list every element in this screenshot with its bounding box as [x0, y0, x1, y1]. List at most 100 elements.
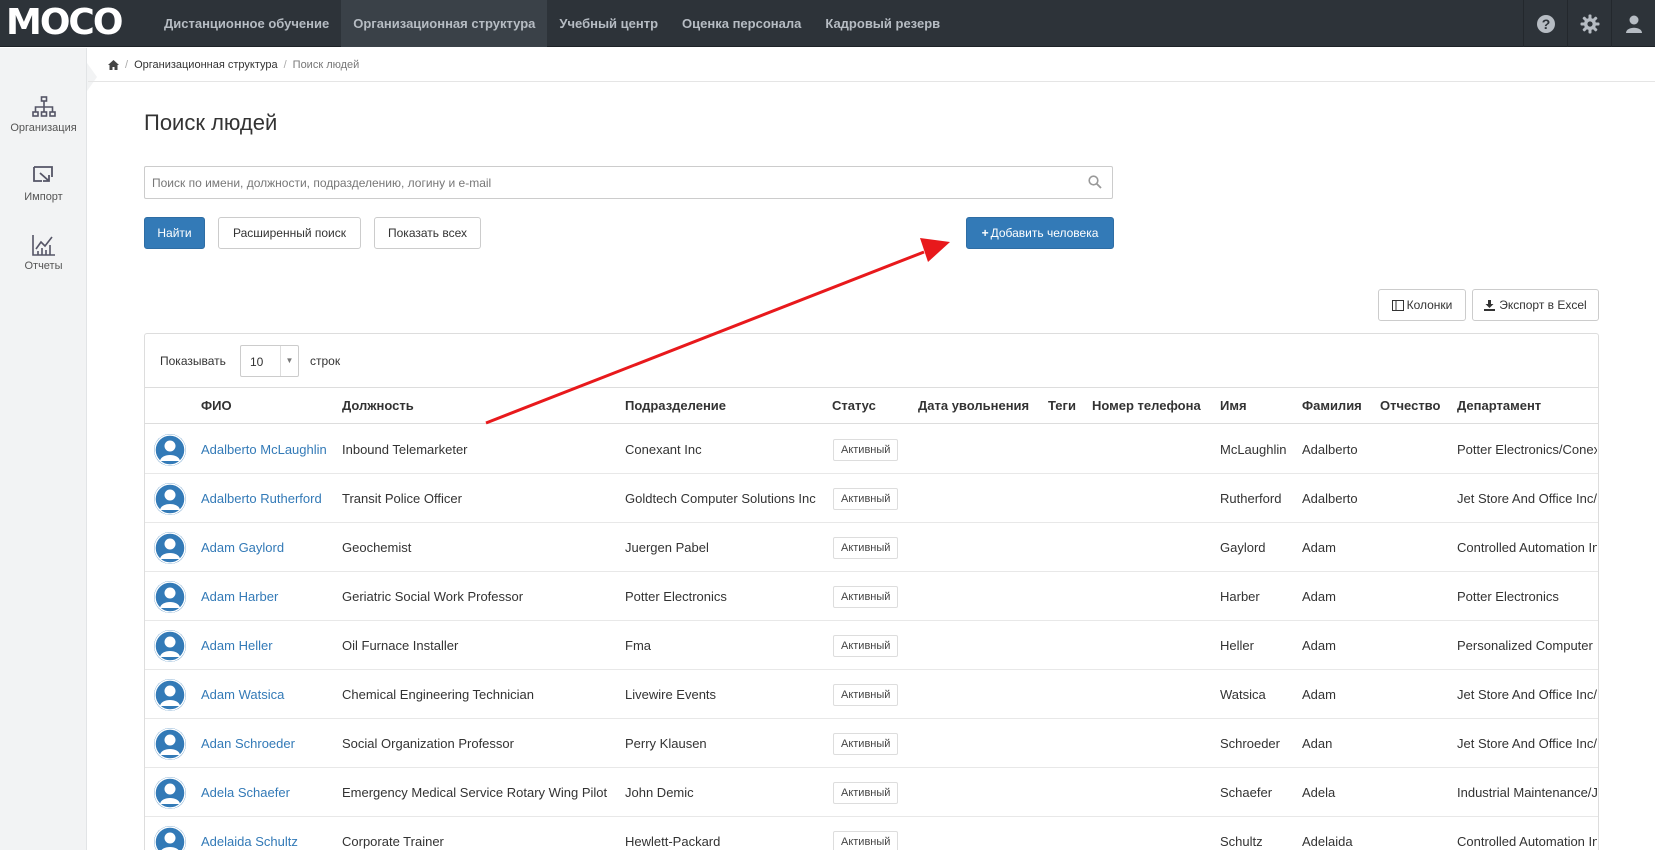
table-row: Adam Heller Oil Furnace Installer Fma Актив…	[145, 621, 1598, 670]
cell-first-name: Rutherford	[1220, 491, 1282, 506]
nav-item-talent-pool[interactable]: Кадровый резерв	[813, 0, 952, 47]
sidebar-item-import[interactable]: Импорт	[0, 165, 87, 225]
nav-item-org-structure[interactable]: Организационная структура	[341, 0, 548, 47]
show-all-button[interactable]: Показать всех	[374, 217, 481, 249]
cell-position: Geriatric Social Work Professor	[342, 589, 524, 604]
plus-icon: +	[981, 226, 989, 240]
avatar-icon[interactable]	[154, 630, 186, 662]
person-name-link[interactable]: Adelaida Schultz	[201, 834, 331, 849]
find-button[interactable]: Найти	[144, 217, 205, 249]
person-name-link[interactable]: Adalberto Rutherford	[201, 491, 331, 506]
moco-logo[interactable]: MOCO	[6, 5, 123, 41]
columns-icon	[1391, 299, 1404, 311]
header-position[interactable]: Должность	[342, 398, 414, 413]
avatar-icon[interactable]	[154, 728, 186, 760]
add-person-button[interactable]: + Добавить человека	[966, 217, 1114, 249]
home-icon[interactable]	[108, 59, 119, 70]
org-structure-icon	[31, 96, 56, 117]
cell-department: Potter Electronics	[1457, 589, 1559, 604]
avatar-icon[interactable]	[154, 826, 186, 850]
status-badge: Активный	[833, 733, 899, 755]
person-name-link[interactable]: Adam Watsica	[201, 687, 331, 702]
avatar-icon[interactable]	[154, 483, 186, 515]
header-fio[interactable]: ФИО	[201, 398, 232, 413]
header-phone[interactable]: Номер телефона	[1092, 398, 1201, 413]
avatar-icon[interactable]	[154, 679, 186, 711]
cell-last-name: Adalberto	[1302, 442, 1358, 457]
show-label: Показывать	[160, 354, 226, 368]
person-name-link[interactable]: Adam Harber	[201, 589, 331, 604]
sidebar-item-organization[interactable]: Организация	[0, 96, 87, 156]
cell-position: Transit Police Officer	[342, 491, 462, 506]
gear-icon[interactable]	[1567, 0, 1611, 47]
header-division[interactable]: Подразделение	[625, 398, 726, 413]
status-badge: Активный	[833, 831, 899, 850]
table-row: Adam Harber Geriatric Social Work Profess…	[145, 572, 1598, 621]
breadcrumb-org-structure[interactable]: Организационная структура	[134, 59, 278, 71]
status-badge: Активный	[833, 439, 899, 461]
advanced-search-button[interactable]: Расширенный поиск	[218, 217, 361, 249]
header-status[interactable]: Статус	[832, 398, 876, 413]
cell-last-name: Adela	[1302, 785, 1336, 800]
status-badge: Активный	[833, 684, 899, 706]
avatar-icon[interactable]	[154, 434, 186, 466]
cell-first-name: Schultz	[1220, 834, 1263, 849]
cell-division: Goldtech Computer Solutions Inc	[625, 491, 816, 506]
person-name-link[interactable]: Adan Schroeder	[201, 736, 331, 751]
table-row: Adam Gaylord Geochemist Juergen Pabel Актив…	[145, 523, 1598, 572]
page-size-select[interactable]: 10 ▼	[240, 345, 299, 377]
cell-first-name: Gaylord	[1220, 540, 1266, 555]
help-icon[interactable]: ?	[1523, 0, 1567, 47]
cell-last-name: Adalberto	[1302, 491, 1358, 506]
cell-position: Oil Furnace Installer	[342, 638, 459, 653]
table-row: Adalberto Rutherford Transit Police Offic…	[145, 474, 1598, 523]
cell-department: Controlled Automation Inc	[1457, 540, 1597, 555]
avatar-icon[interactable]	[154, 581, 186, 613]
search-icon[interactable]	[1088, 175, 1102, 189]
header-patronymic[interactable]: Отчество	[1380, 398, 1440, 413]
nav-item-distance-learning[interactable]: Дистанционное обучение	[152, 0, 341, 47]
page-size-row: Показывать 10 ▼ строк	[145, 334, 1598, 388]
status-badge: Активный	[833, 586, 899, 608]
cell-department: Personalized Computer Inc	[1457, 638, 1597, 653]
cell-position: Chemical Engineering Technician	[342, 687, 534, 702]
cell-department: Jet Store And Office Inc/Perry	[1457, 736, 1597, 751]
person-name-link[interactable]: Adam Heller	[201, 638, 331, 653]
nav-item-training-center[interactable]: Учебный центр	[547, 0, 670, 47]
status-badge: Активный	[833, 488, 899, 510]
header-last-name[interactable]: Фамилия	[1302, 398, 1362, 413]
sidebar-label: Организация	[10, 122, 77, 134]
people-table-panel: Показывать 10 ▼ строк ФИО Должность Подр…	[144, 333, 1599, 850]
table-row: Adam Watsica Chemical Engineering Technic…	[145, 670, 1598, 719]
cell-first-name: Harber	[1220, 589, 1260, 604]
cell-position: Geochemist	[342, 540, 412, 555]
rows-label: строк	[310, 354, 341, 368]
cell-position: Emergency Medical Service Rotary Wing Pi…	[342, 785, 608, 800]
cell-first-name: Schroeder	[1220, 736, 1280, 751]
nav-item-staff-assessment[interactable]: Оценка персонала	[670, 0, 813, 47]
person-name-link[interactable]: Adam Gaylord	[201, 540, 331, 555]
person-name-link[interactable]: Adalberto McLaughlin	[201, 442, 331, 457]
header-first-name[interactable]: Имя	[1220, 398, 1247, 413]
header-dismissal-date[interactable]: Дата увольнения	[918, 398, 1029, 413]
cell-first-name: McLaughlin	[1220, 442, 1287, 457]
search-input[interactable]	[145, 167, 1065, 198]
sidebar-item-reports[interactable]: Отчеты	[0, 234, 87, 294]
cell-division: Potter Electronics	[625, 589, 727, 604]
header-tags[interactable]: Теги	[1048, 398, 1076, 413]
cell-department: Potter Electronics/Conexant Inc	[1457, 442, 1597, 457]
cell-position: Corporate Trainer	[342, 834, 444, 849]
columns-button[interactable]: Колонки	[1378, 289, 1466, 321]
avatar-icon[interactable]	[154, 777, 186, 809]
export-excel-button[interactable]: Экспорт в Excel	[1472, 289, 1599, 321]
user-icon[interactable]	[1611, 0, 1655, 47]
person-name-link[interactable]: Adela Schaefer	[201, 785, 331, 800]
status-badge: Активный	[833, 782, 899, 804]
page-title: Поиск людей	[144, 110, 278, 135]
download-icon	[1484, 299, 1496, 311]
table-row: Adalberto McLaughlin Inbound Telemarketer…	[145, 425, 1598, 474]
top-navbar: MOCO Дистанционное обучение Организацион…	[0, 0, 1655, 47]
cell-division: Livewire Events	[625, 687, 717, 702]
header-department[interactable]: Департамент	[1457, 398, 1541, 413]
avatar-icon[interactable]	[154, 532, 186, 564]
